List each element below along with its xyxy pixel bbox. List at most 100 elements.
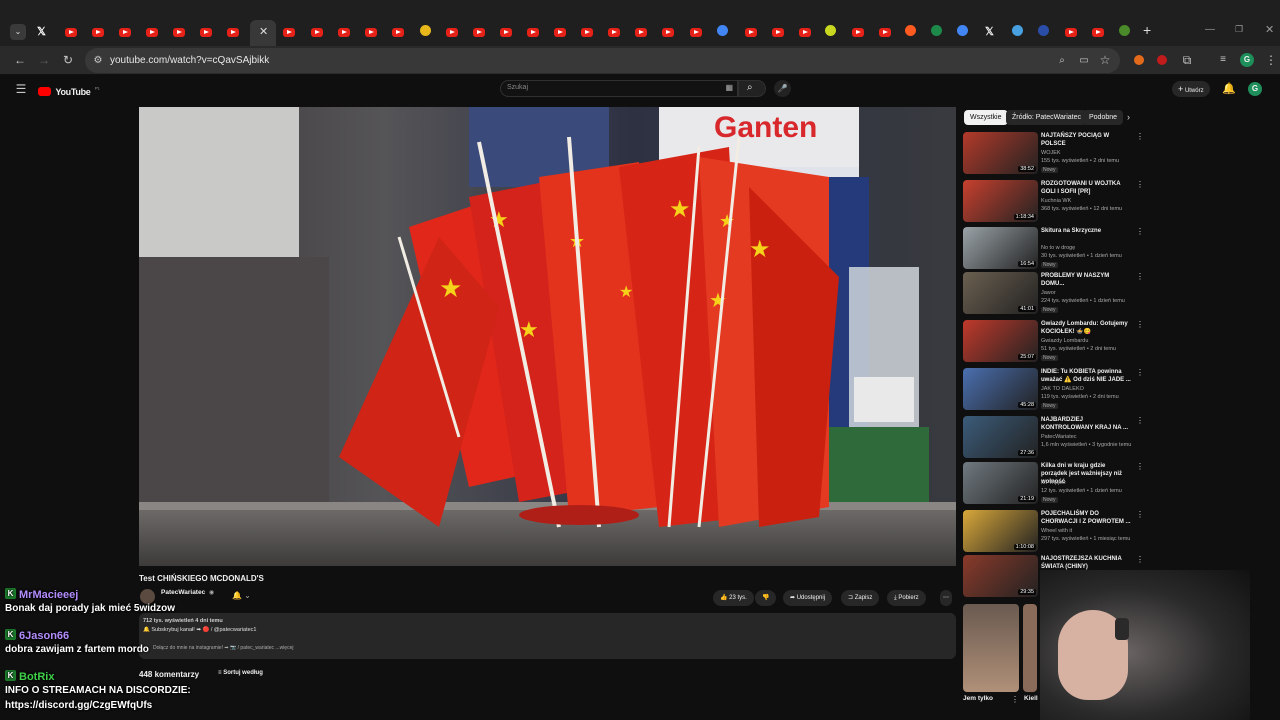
- hamburger-menu-icon[interactable]: ☰: [14, 82, 28, 96]
- youtube-tab-icon[interactable]: [311, 28, 323, 37]
- channel-name[interactable]: PatecWariatec: [161, 589, 205, 596]
- youtube-tab-icon[interactable]: [500, 28, 512, 37]
- description-box[interactable]: [139, 613, 956, 659]
- video-title[interactable]: NAJOSTRZEJSZA KUCHNIA ŚWIATA (CHINY): [1041, 555, 1133, 571]
- recommended-video[interactable]: 21:19 Kilka dni w kraju gdzie porządek je…: [961, 462, 1146, 508]
- video-title[interactable]: ROZGOTOWANI U WOJTKA GOLI I SOFII [PR]: [1041, 180, 1133, 196]
- youtube-avatar[interactable]: G: [1248, 82, 1262, 96]
- video-channel[interactable]: Jawor: [1041, 290, 1056, 296]
- youtube-tab-icon[interactable]: [146, 28, 158, 37]
- subscription-bell-button[interactable]: 🔔 ⌄: [232, 591, 251, 600]
- chat-username[interactable]: MrMacieeej: [19, 589, 78, 601]
- video-player[interactable]: Ganten ★ ★ ★ ★ ★ ★ ★ ★ ★: [139, 107, 956, 566]
- youtube-tab-icon[interactable]: [1092, 28, 1104, 37]
- video-thumbnail[interactable]: 27:36: [963, 416, 1038, 458]
- dislike-button[interactable]: 👎: [755, 590, 777, 606]
- youtube-tab-icon[interactable]: [338, 28, 350, 37]
- youtube-tab-icon[interactable]: [879, 28, 891, 37]
- green-tab-icon[interactable]: [931, 25, 942, 36]
- youtube-tab-icon[interactable]: [473, 28, 485, 37]
- video-menu-icon[interactable]: ⋮: [1136, 462, 1144, 471]
- video-thumbnail[interactable]: 45:28: [963, 368, 1038, 410]
- video-channel[interactable]: No to w drogę: [1041, 245, 1075, 251]
- video-channel[interactable]: PatecWariatec: [1041, 434, 1077, 440]
- pin-tab-icon[interactable]: [1012, 25, 1023, 36]
- recommended-video[interactable]: 16:54 Skitura na Skrzyczne No to w drogę 30…: [961, 227, 1146, 273]
- video-thumbnail[interactable]: 1:10:08: [963, 510, 1038, 552]
- video-menu-icon[interactable]: ⋮: [1136, 132, 1144, 141]
- youtube-tab-icon[interactable]: [365, 28, 377, 37]
- youtube-tab-icon[interactable]: [581, 28, 593, 37]
- video-thumbnail[interactable]: 41:01: [963, 272, 1038, 314]
- youtube-tab-icon[interactable]: [119, 28, 131, 37]
- recommended-video[interactable]: 1:10:08 POJECHALIŚMY DO CHORWACJI I Z POW…: [961, 510, 1146, 556]
- notifications-bell-icon[interactable]: 🔔: [1222, 82, 1236, 96]
- youtube-tab-icon[interactable]: [173, 28, 185, 37]
- recommended-video[interactable]: 27:36 NAJBARDZIEJ KONTROLOWANY KRAJ NA ..…: [961, 416, 1146, 462]
- video-thumbnail[interactable]: 29:35: [963, 555, 1038, 597]
- short-title-2[interactable]: Kiell: [1024, 695, 1038, 702]
- video-menu-icon[interactable]: ⋮: [1136, 510, 1144, 519]
- close-tab-icon[interactable]: ✕: [259, 25, 268, 38]
- google-tab-icon[interactable]: [717, 25, 728, 36]
- short-thumbnail-2[interactable]: [1023, 604, 1037, 692]
- sort-comments-button[interactable]: ≡ Sortuj według: [218, 670, 263, 676]
- window-close-icon[interactable]: ✕: [1265, 23, 1274, 36]
- video-title[interactable]: Gwiazdy Lombardu: Gotujemy KOCIOŁEK! 🍲😋: [1041, 320, 1133, 336]
- media-icon[interactable]: ≡: [1216, 53, 1230, 67]
- youtube-tab-icon[interactable]: [554, 28, 566, 37]
- forward-icon[interactable]: →: [37, 53, 51, 67]
- browser-menu-icon[interactable]: ⋮: [1264, 53, 1278, 67]
- video-title[interactable]: POJECHALIŚMY DO CHORWACJI I Z POWROTEM .…: [1041, 510, 1133, 526]
- x-tab-icon[interactable]: 𝕏: [37, 25, 46, 38]
- video-menu-icon[interactable]: ⋮: [1136, 555, 1144, 564]
- video-thumbnail[interactable]: 16:54: [963, 227, 1038, 269]
- search-input[interactable]: Szukaj ▦: [500, 80, 738, 97]
- video-channel[interactable]: Gwiazdy Lombardu: [1041, 338, 1088, 344]
- youtube-tab-icon[interactable]: [635, 28, 647, 37]
- youtube-logo[interactable]: YouTube PL: [38, 83, 100, 97]
- chat-username[interactable]: BotRix: [19, 671, 54, 683]
- youtube-tab-icon[interactable]: [1065, 28, 1077, 37]
- youtube-tab-icon[interactable]: [446, 28, 458, 37]
- url-text[interactable]: youtube.com/watch?v=cQavSAjbikk: [110, 55, 269, 66]
- video-thumbnail[interactable]: 21:19: [963, 462, 1038, 504]
- video-thumbnail[interactable]: 25:07: [963, 320, 1038, 362]
- steam-tab-icon[interactable]: [1038, 25, 1049, 36]
- create-button[interactable]: + Utwórz: [1172, 81, 1210, 97]
- video-menu-icon[interactable]: ⋮: [1136, 227, 1144, 236]
- youtube-tab-icon[interactable]: [745, 28, 757, 37]
- minimize-icon[interactable]: —: [1205, 24, 1215, 35]
- extension-orange-icon[interactable]: [1134, 55, 1144, 65]
- zoom-icon[interactable]: ⌕: [1055, 54, 1069, 68]
- youtube-tab-icon[interactable]: [200, 28, 212, 37]
- more-actions-button[interactable]: ⋯: [940, 590, 952, 606]
- chat-username[interactable]: 6Jason66: [19, 630, 69, 642]
- video-channel[interactable]: JAK TO DALEKO: [1041, 386, 1084, 392]
- short-title-1[interactable]: Jem tylko: [963, 695, 993, 702]
- video-thumbnail[interactable]: 1:18:34: [963, 180, 1038, 222]
- site-info-icon[interactable]: ⚙: [91, 54, 105, 68]
- video-channel[interactable]: Wheel with it: [1041, 528, 1072, 534]
- recommended-video[interactable]: 38:52 NAJTAŃSZY POCIĄG W POLSCE WOJEK 155 t…: [961, 132, 1146, 178]
- bookmark-star-icon[interactable]: ☆: [1098, 53, 1112, 67]
- chat-link[interactable]: https://discord.gg/CzgEWfqUfs: [5, 700, 152, 711]
- share-button[interactable]: ➦ Udostępnij: [783, 590, 833, 606]
- recommended-video[interactable]: 41:01 PROBLEMY W NASZYM DOMU... Jawor 224 t…: [961, 272, 1146, 318]
- leaf-tab-icon[interactable]: [1119, 25, 1130, 36]
- video-menu-icon[interactable]: ⋮: [1136, 416, 1144, 425]
- video-title[interactable]: INDIE: Tu KOBIETA powinna uważać ⚠️ Od d…: [1041, 368, 1133, 384]
- youtube-tab-icon[interactable]: [608, 28, 620, 37]
- new-tab-button[interactable]: +: [1143, 22, 1151, 38]
- back-icon[interactable]: ←: [13, 53, 27, 67]
- youtube-tab-icon[interactable]: [799, 28, 811, 37]
- extension-red-icon[interactable]: [1157, 55, 1167, 65]
- recommended-video[interactable]: 25:07 Gwiazdy Lombardu: Gotujemy KOCIOŁEK…: [961, 320, 1146, 366]
- video-title[interactable]: NAJTAŃSZY POCIĄG W POLSCE: [1041, 132, 1133, 148]
- like-button[interactable]: 👍 23 tys.: [713, 590, 754, 606]
- youtube-tab-icon[interactable]: [65, 28, 77, 37]
- youtube-tab-icon[interactable]: [527, 28, 539, 37]
- x-tab-icon[interactable]: 𝕏: [985, 25, 994, 38]
- youtube-tab-icon[interactable]: [690, 28, 702, 37]
- youtube-tab-icon[interactable]: [283, 28, 295, 37]
